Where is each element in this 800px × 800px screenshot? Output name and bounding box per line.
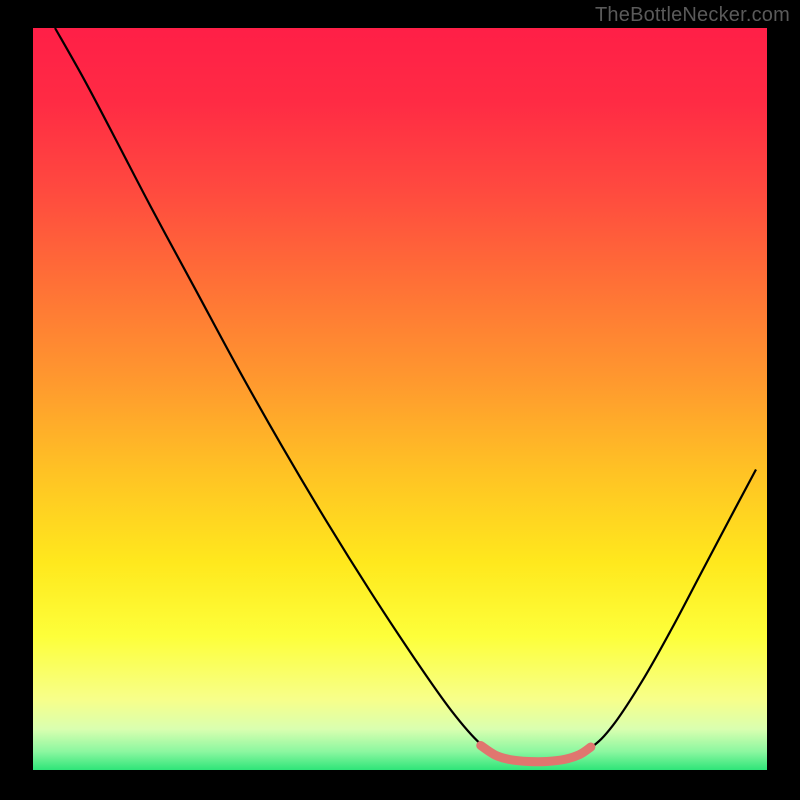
chart-background <box>33 28 767 770</box>
bottleneck-chart <box>0 0 800 800</box>
chart-stage: TheBottleNecker.com <box>0 0 800 800</box>
